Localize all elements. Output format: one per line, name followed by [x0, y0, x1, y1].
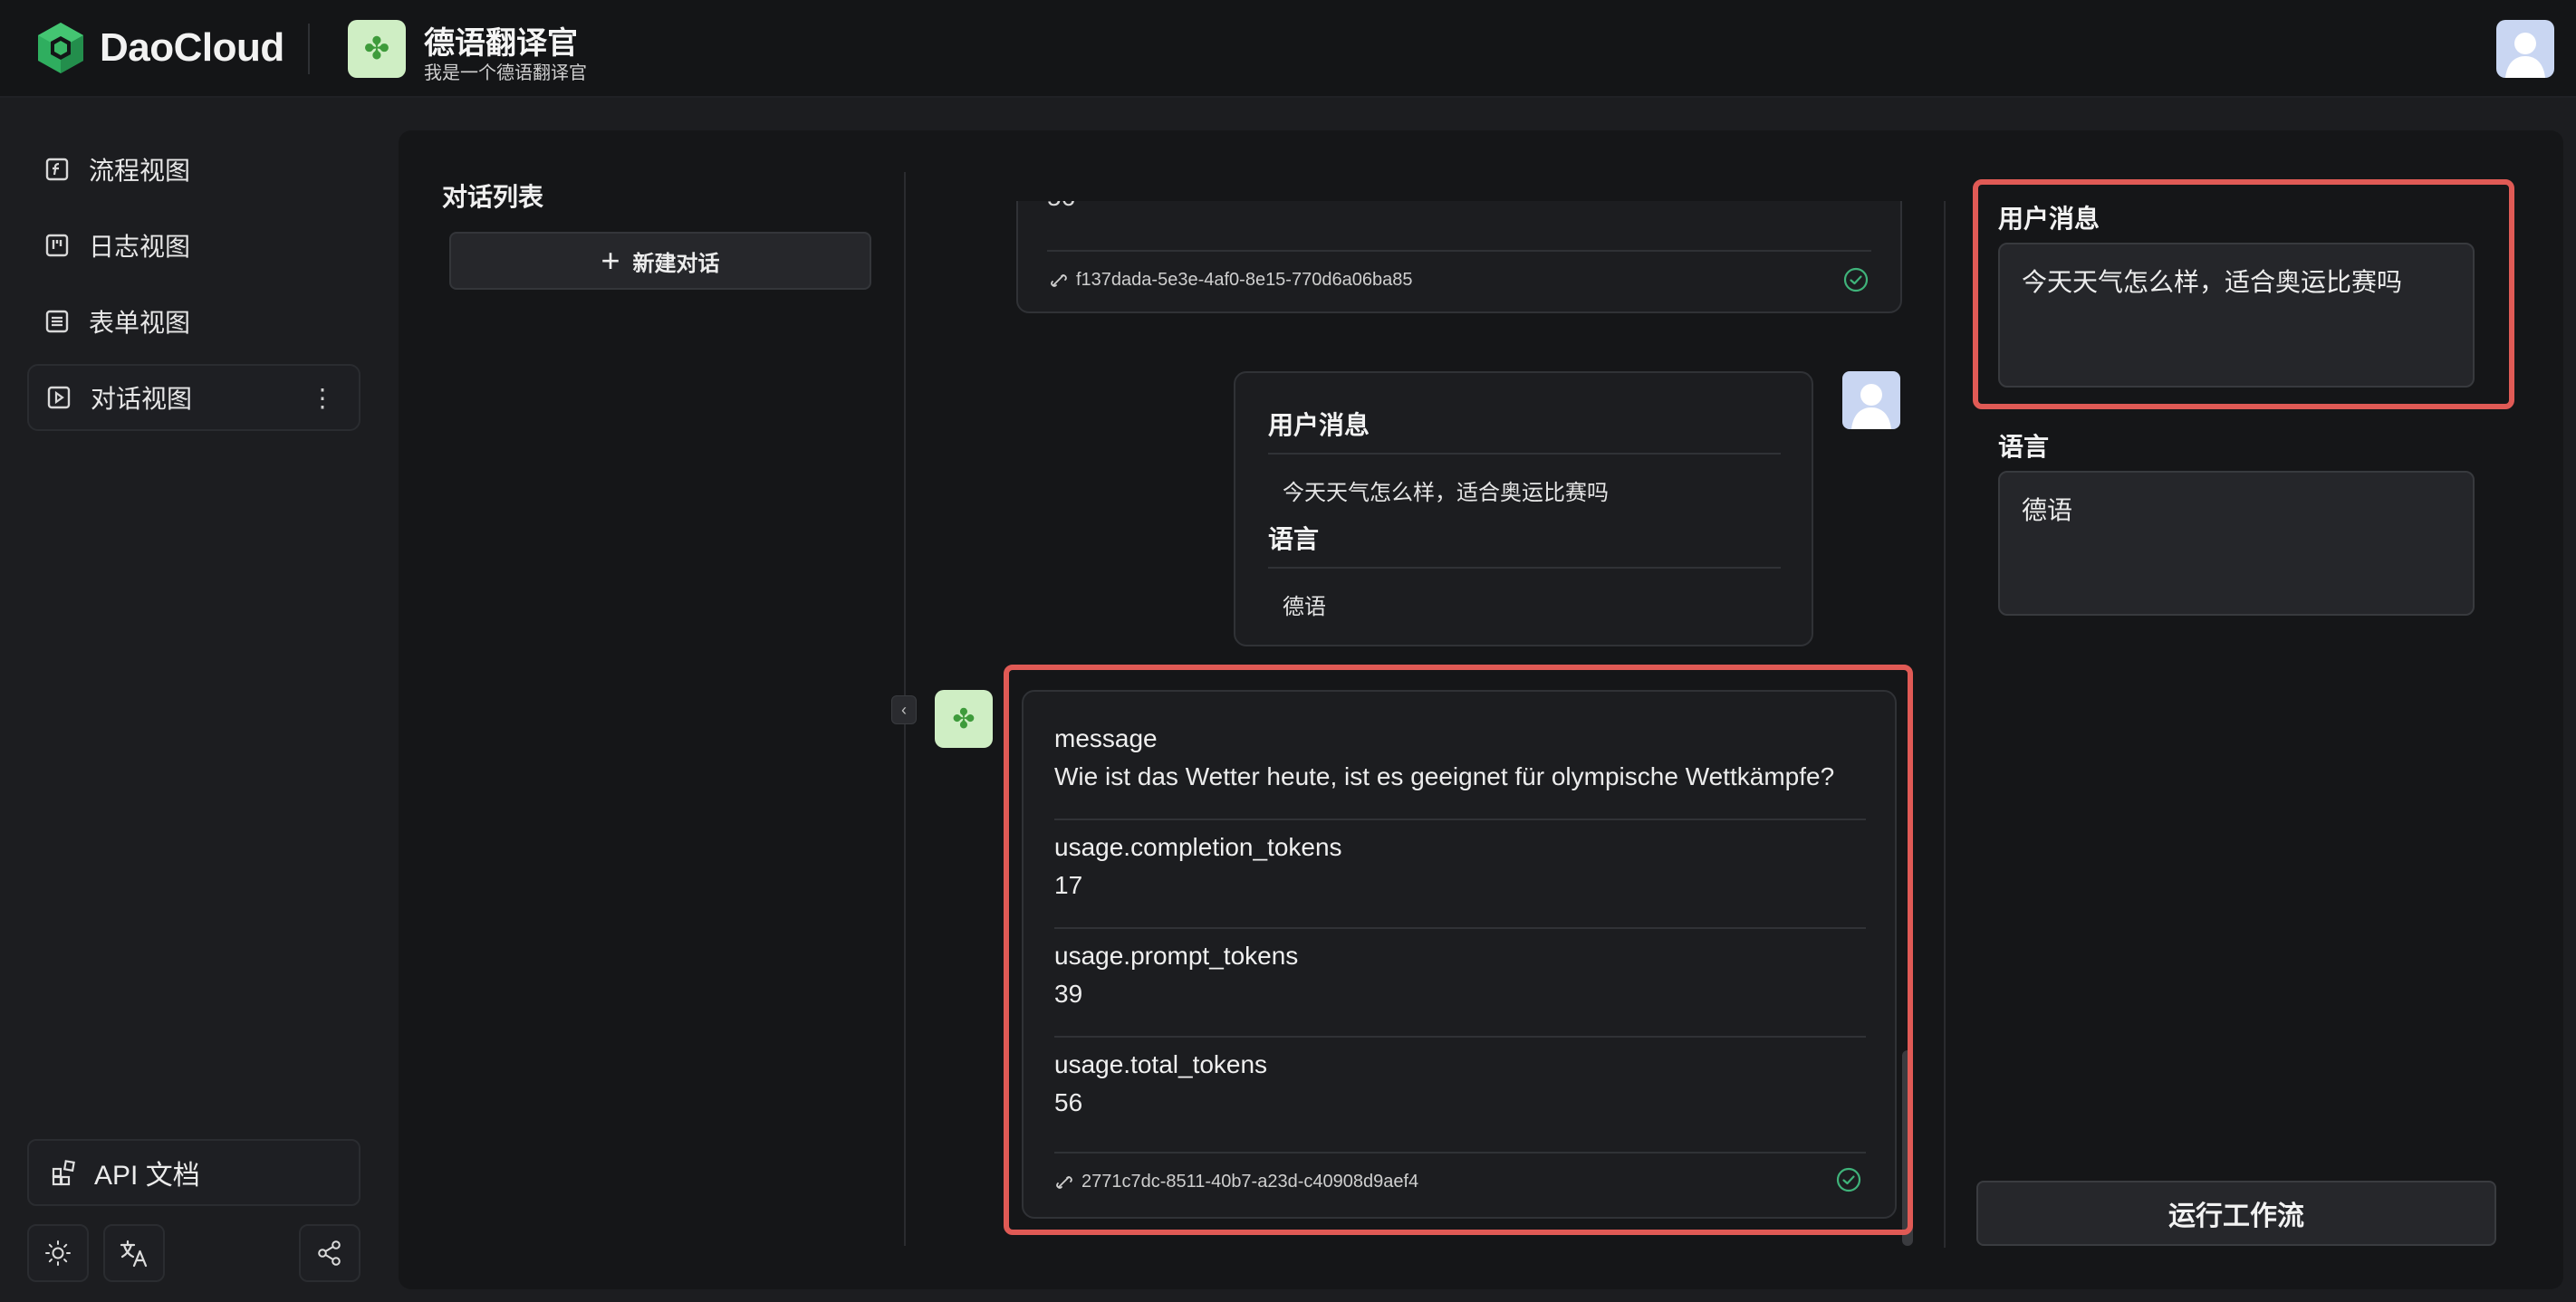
user-message-card: 用户消息 今天天气怎么样，适合奥运比赛吗 语言 德语	[1234, 371, 1813, 646]
new-conversation-button[interactable]: + 新建对话	[449, 232, 871, 290]
sidebar-item-chat-view[interactable]: 对话视图 ⋮	[27, 364, 360, 431]
sidebar-item-label: 对话视图	[91, 385, 193, 413]
avatar-icon	[2505, 33, 2545, 78]
card-divider	[1268, 453, 1781, 455]
check-circle-icon	[1843, 267, 1869, 292]
app-subtitle: 我是一个德语翻译官	[424, 63, 587, 83]
api-docs-button[interactable]: API 文档	[27, 1139, 360, 1206]
previous-response-card: 56 f137dada-5e3e-4af0-8e15-770d6a06ba85	[1016, 201, 1902, 313]
form-icon	[43, 308, 71, 335]
sidebar-item-flow-view[interactable]: 流程视图	[27, 136, 360, 203]
brand-name: DaoCloud	[100, 25, 284, 70]
top-bar: DaoCloud ✤ 德语翻译官 我是一个德语翻译官	[0, 0, 2576, 98]
translate-icon	[120, 1240, 148, 1268]
chat-view-icon	[45, 384, 72, 411]
header-divider	[308, 24, 310, 74]
message-id[interactable]: f137dada-5e3e-4af0-8e15-770d6a06ba85	[1049, 270, 1412, 291]
share-icon	[318, 1240, 341, 1266]
brand-logo[interactable]: DaoCloud	[33, 20, 284, 76]
user-avatar[interactable]	[2496, 20, 2554, 78]
sidebar-item-label: 流程视图	[89, 157, 191, 185]
message-id-text: f137dada-5e3e-4af0-8e15-770d6a06ba85	[1076, 270, 1413, 290]
flow-icon	[43, 156, 71, 183]
language-label: 语言	[1268, 525, 1320, 553]
sidebar-item-log-view[interactable]: 日志视图	[27, 212, 360, 279]
app-title: 德语翻译官	[424, 26, 578, 61]
panel-divider-right	[1944, 201, 1946, 1248]
api-blocks-icon	[51, 1159, 78, 1186]
clover-icon: ✤	[348, 20, 406, 78]
user-message-value: 今天天气怎么样，适合奥运比赛吗	[1283, 481, 1609, 505]
highlight-box-response	[1004, 665, 1913, 1235]
user-message-label: 用户消息	[1268, 411, 1370, 439]
sidebar-item-label: 表单视图	[89, 309, 191, 337]
sidebar-item-label: 日志视图	[89, 233, 191, 261]
form-language-label: 语言	[1998, 433, 2050, 461]
sun-icon	[45, 1240, 71, 1266]
language-textarea[interactable]: 德语	[1998, 471, 2475, 616]
run-workflow-button[interactable]: 运行工作流	[1976, 1181, 2496, 1246]
run-workflow-label: 运行工作流	[2168, 1201, 2304, 1231]
link-icon	[1051, 273, 1067, 287]
card-divider	[1047, 250, 1871, 252]
plus-icon: +	[601, 242, 620, 279]
card-divider	[1268, 567, 1781, 569]
language-switch-button[interactable]	[103, 1224, 165, 1282]
highlight-box-message	[1973, 179, 2514, 409]
new-conversation-label: 新建对话	[632, 251, 720, 276]
language-value: 德语	[1283, 595, 1326, 619]
theme-toggle-button[interactable]	[27, 1224, 89, 1282]
chat-user-avatar	[1842, 371, 1900, 429]
avatar-icon	[1851, 384, 1891, 429]
clover-icon: ✤	[935, 690, 993, 748]
more-vertical-icon[interactable]: ⋮	[310, 386, 335, 411]
sidebar-item-form-view[interactable]: 表单视图	[27, 288, 360, 355]
truncated-value: 56	[1047, 201, 1075, 212]
log-icon	[43, 232, 71, 259]
api-docs-label: API 文档	[94, 1161, 200, 1191]
daocloud-logo-icon	[38, 23, 83, 73]
conversation-list-title: 对话列表	[442, 183, 544, 211]
share-button[interactable]	[299, 1224, 360, 1282]
